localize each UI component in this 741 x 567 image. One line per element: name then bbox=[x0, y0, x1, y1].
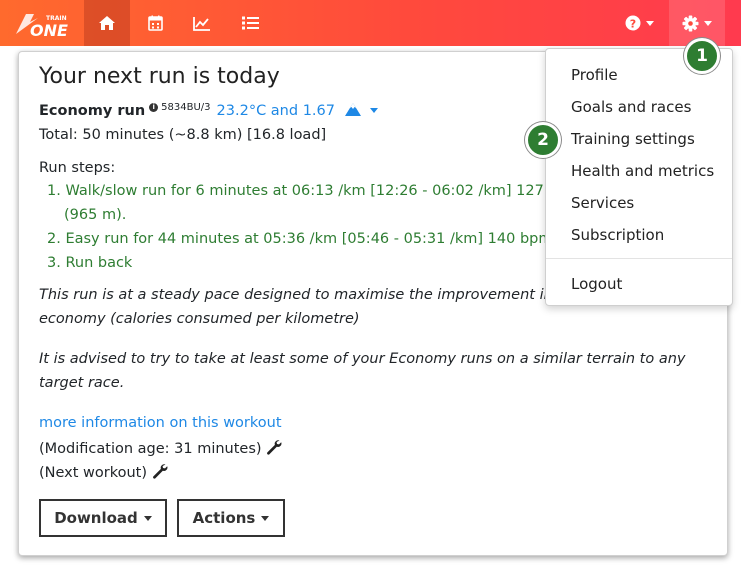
download-button[interactable]: Download bbox=[39, 499, 167, 537]
step-number: 1. bbox=[47, 183, 61, 199]
calendar-icon bbox=[147, 15, 163, 31]
run-total: Total: 50 minutes (~8.8 km) [16.8 load] bbox=[39, 127, 327, 143]
menu-item-profile[interactable]: Profile bbox=[571, 66, 618, 84]
step-text: Walk/slow run for 6 minutes at 06:13 /km… bbox=[65, 183, 558, 199]
wrench-icon[interactable] bbox=[152, 463, 168, 479]
caret-down-icon bbox=[704, 20, 712, 26]
top-navbar: TRAIN ONE ? bbox=[0, 0, 741, 46]
run-name: Economy run bbox=[39, 103, 146, 119]
run-step-3: 3. Run back bbox=[47, 255, 132, 271]
step-text: Run back bbox=[65, 255, 133, 271]
info-icon[interactable]: i bbox=[149, 103, 159, 112]
weather-dropdown[interactable]: 23.2°C and 1.67 bbox=[217, 103, 378, 119]
run-description-cont: economy (calories consumed per kilometre… bbox=[39, 311, 360, 327]
page-title: Your next run is today bbox=[39, 64, 280, 89]
menu-item-training-settings[interactable]: Training settings bbox=[571, 130, 695, 148]
menu-item-services[interactable]: Services bbox=[571, 194, 634, 212]
weather-text: 23.2°C and 1.67 bbox=[216, 103, 335, 119]
mountain-icon bbox=[344, 103, 361, 116]
help-icon: ? bbox=[625, 15, 640, 31]
actions-button[interactable]: Actions bbox=[177, 499, 285, 537]
next-workout: (Next workout) bbox=[39, 463, 168, 481]
step-badge-1: 1 bbox=[684, 38, 720, 74]
run-code: 5834BU/3 bbox=[161, 102, 211, 113]
gear-icon bbox=[682, 15, 699, 31]
svg-text:?: ? bbox=[629, 18, 635, 31]
nav-home-button[interactable] bbox=[84, 0, 130, 46]
run-advice-cont: target race. bbox=[39, 375, 125, 391]
modification-age-text: (Modification age: 31 minutes) bbox=[39, 441, 262, 457]
actions-label: Actions bbox=[192, 509, 256, 527]
menu-item-subscription[interactable]: Subscription bbox=[571, 226, 664, 244]
step-number: 3. bbox=[47, 255, 61, 271]
nav-help-dropdown[interactable]: ? bbox=[614, 0, 664, 46]
menu-item-logout[interactable]: Logout bbox=[571, 275, 622, 293]
list-icon bbox=[241, 16, 259, 30]
run-steps-label: Run steps: bbox=[39, 160, 116, 176]
menu-item-health-and-metrics[interactable]: Health and metrics bbox=[571, 162, 714, 180]
more-info-link[interactable]: more information on this workout bbox=[39, 415, 282, 431]
caret-down-icon bbox=[143, 515, 152, 521]
nav-calendar-button[interactable] bbox=[132, 0, 178, 46]
home-icon bbox=[99, 16, 115, 30]
nav-stats-button[interactable] bbox=[179, 0, 225, 46]
step-number: 2. bbox=[47, 231, 61, 247]
run-header: Economy run i 5834BU/3 23.2°C and 1.67 bbox=[39, 102, 378, 119]
run-description: This run is at a steady pace designed to… bbox=[39, 287, 553, 303]
step-text: Easy run for 44 minutes at 05:36 /km [05… bbox=[65, 231, 563, 247]
settings-dropdown-menu: Profile Goals and races Training setting… bbox=[545, 48, 733, 306]
train-one-logo[interactable]: TRAIN ONE bbox=[12, 8, 70, 40]
menu-item-goals-and-races[interactable]: Goals and races bbox=[571, 98, 691, 116]
run-step-1-cont: (965 m). bbox=[64, 207, 127, 223]
download-label: Download bbox=[54, 509, 138, 527]
menu-divider bbox=[546, 258, 732, 259]
nav-list-button[interactable] bbox=[227, 0, 273, 46]
run-advice: It is advised to try to take at least so… bbox=[39, 351, 686, 367]
caret-down-icon bbox=[261, 515, 270, 521]
caret-down-icon bbox=[369, 108, 378, 113]
modification-age: (Modification age: 31 minutes) bbox=[39, 439, 282, 457]
wrench-icon[interactable] bbox=[266, 439, 282, 455]
next-workout-text: (Next workout) bbox=[39, 465, 148, 481]
step-badge-2: 2 bbox=[525, 122, 561, 158]
caret-down-icon bbox=[645, 20, 654, 26]
logo-mark: TRAIN ONE bbox=[16, 14, 68, 40]
run-step-2: 2. Easy run for 44 minutes at 05:36 /km … bbox=[47, 231, 563, 247]
logo-main-text: ONE bbox=[30, 21, 68, 38]
chart-icon bbox=[193, 16, 210, 31]
run-step-1: 1. Walk/slow run for 6 minutes at 06:13 … bbox=[47, 183, 558, 199]
